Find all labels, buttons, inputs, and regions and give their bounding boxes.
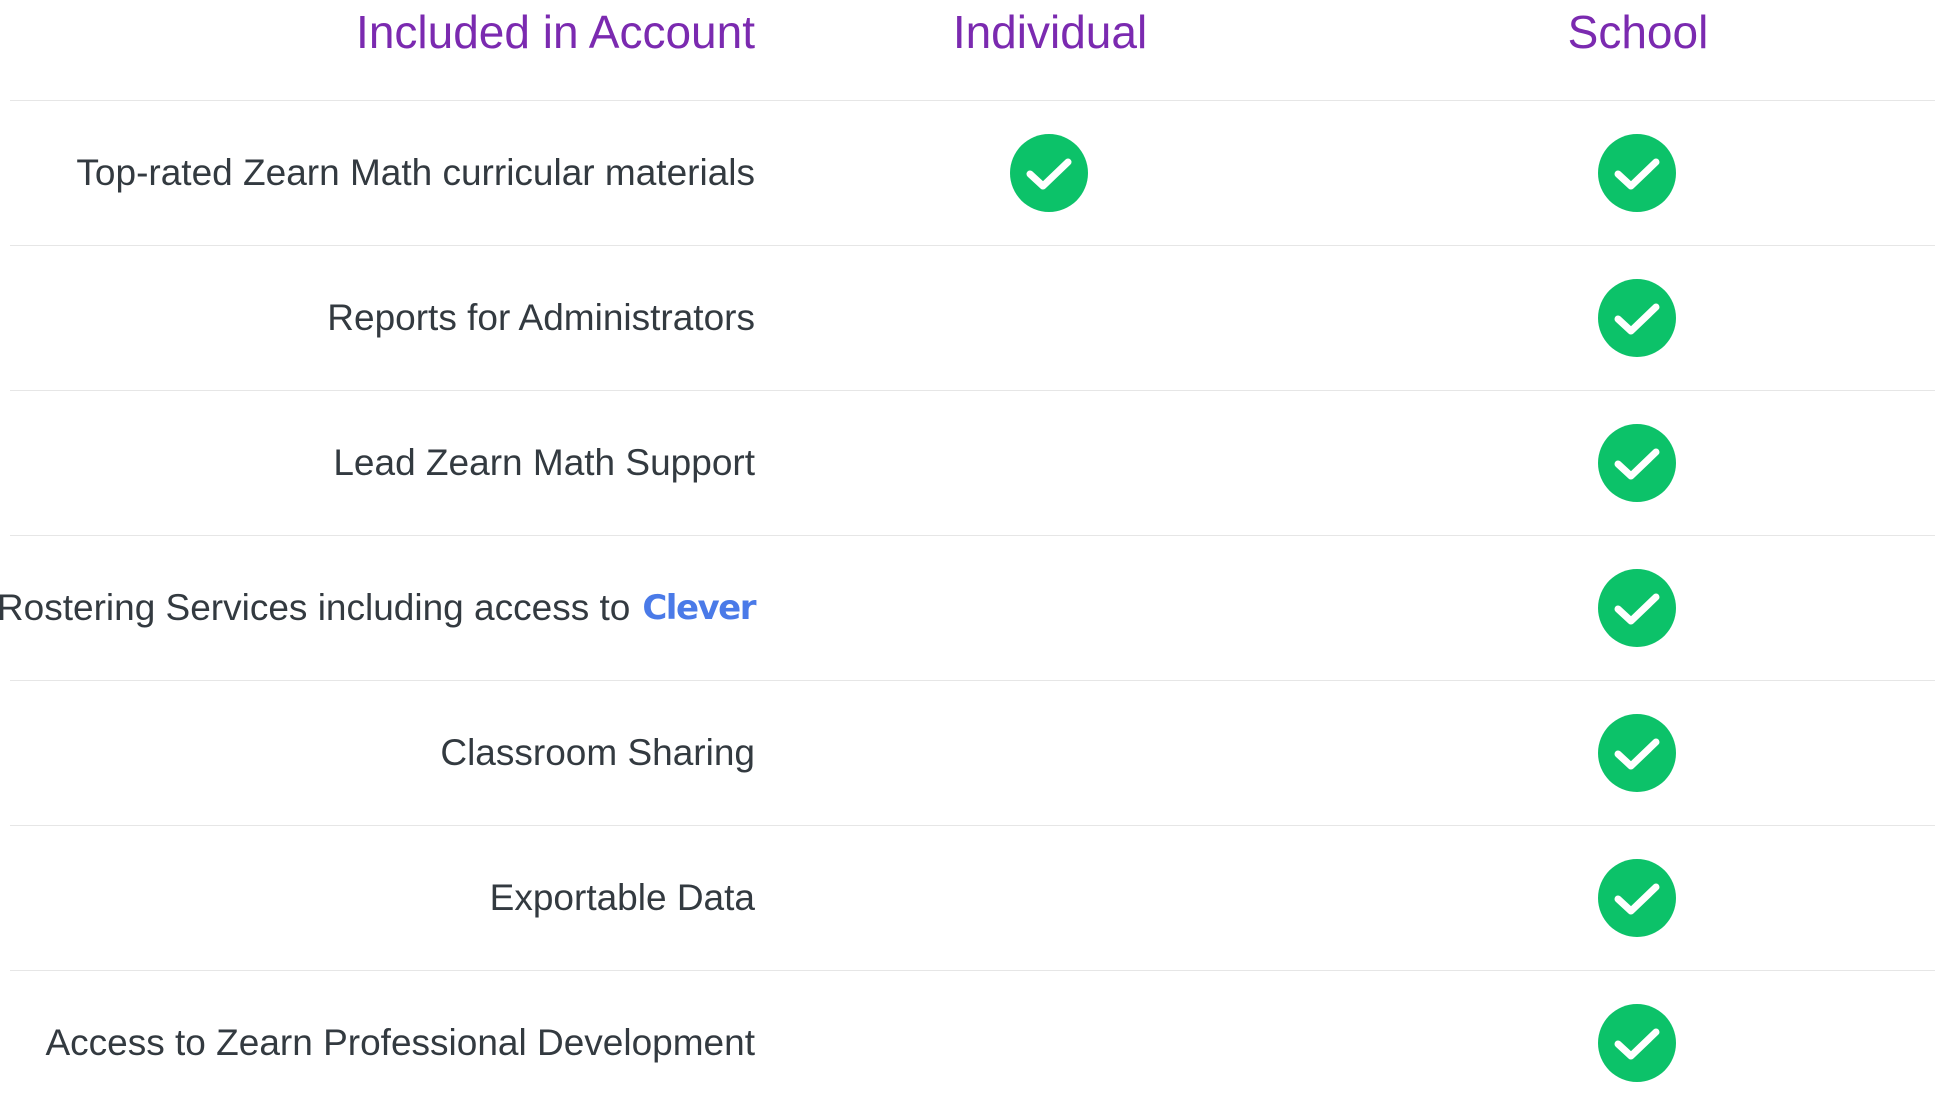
feature-label: Lead Zearn Math Support: [333, 442, 755, 483]
check-circle-icon: [1598, 714, 1676, 792]
table-row: Lead Zearn Math Support: [10, 391, 1935, 536]
table-row: Exportable Data: [10, 826, 1935, 971]
feature-label: Classroom Sharing: [440, 732, 755, 773]
feature-label: Rostering Services including access to: [0, 587, 631, 628]
feature-label-with-logo: Rostering Services including access to C…: [0, 536, 756, 680]
check-circle-icon: [1598, 134, 1676, 212]
table-row: Rostering Services including access to C…: [0, 536, 1935, 681]
check-circle-icon: [1598, 569, 1676, 647]
check-circle-icon: [1598, 279, 1676, 357]
feature-comparison-table: Included in Account Individual School To…: [0, 0, 1935, 1115]
table-row: Access to Zearn Professional Development: [10, 971, 1935, 1115]
table-row: Classroom Sharing: [10, 681, 1935, 826]
check-circle-icon: [1010, 134, 1088, 212]
header-individual: Individual: [952, 6, 1148, 58]
table-row: Reports for Administrators: [10, 246, 1935, 391]
feature-label: Reports for Administrators: [327, 297, 755, 338]
clever-logo: Clever: [642, 588, 756, 628]
table-header-row: Included in Account Individual School: [10, 0, 1935, 101]
check-circle-icon: [1598, 859, 1676, 937]
feature-label: Top-rated Zearn Math curricular material…: [76, 152, 755, 193]
check-circle-icon: [1598, 424, 1676, 502]
check-circle-icon: [1598, 1004, 1676, 1082]
header-school: School: [1567, 6, 1709, 58]
feature-label: Exportable Data: [489, 877, 755, 918]
feature-label: Access to Zearn Professional Development: [45, 1022, 755, 1063]
table-row: Top-rated Zearn Math curricular material…: [10, 101, 1935, 246]
header-included-in-account: Included in Account: [356, 6, 755, 58]
